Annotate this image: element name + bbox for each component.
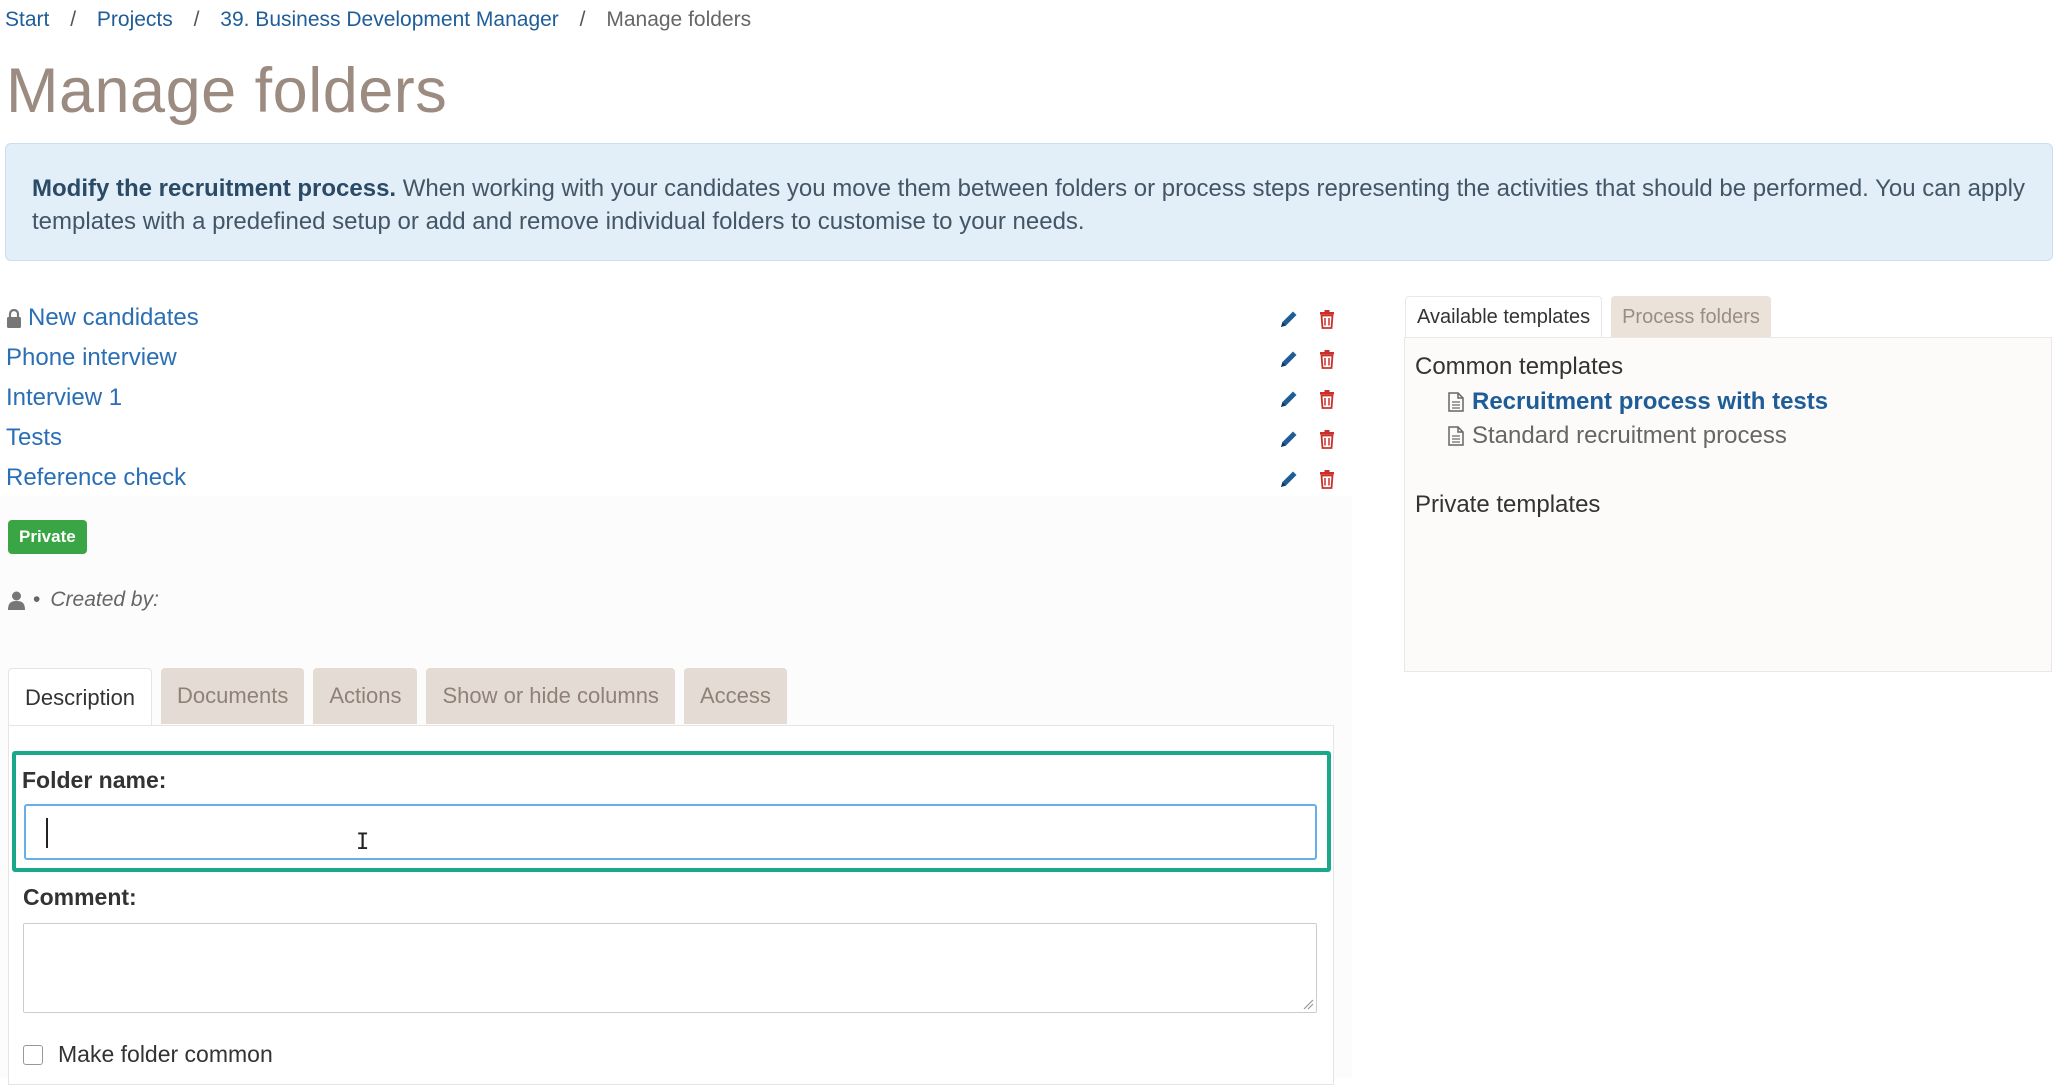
document-icon bbox=[1448, 392, 1464, 412]
folder-link-interview-1[interactable]: Interview 1 bbox=[6, 384, 122, 412]
private-templates-heading: Private templates bbox=[1415, 491, 1601, 518]
trash-icon[interactable] bbox=[1316, 428, 1338, 450]
folder-row: Tests bbox=[0, 420, 1350, 460]
breadcrumb-separator: / bbox=[193, 8, 200, 31]
tab-access[interactable]: Access bbox=[683, 668, 787, 724]
tab-process-folders[interactable]: Process folders bbox=[1611, 296, 1771, 338]
resize-handle-icon[interactable] bbox=[1302, 998, 1314, 1010]
folder-row: New candidates bbox=[0, 300, 1350, 340]
folder-link-reference-check[interactable]: Reference check bbox=[6, 464, 186, 492]
breadcrumb-current: Manage folders bbox=[606, 8, 752, 31]
breadcrumb-projects[interactable]: Projects bbox=[97, 8, 173, 31]
trash-icon[interactable] bbox=[1316, 388, 1338, 410]
text-caret bbox=[46, 818, 48, 848]
template-panel: Common templates Recruitment process wit… bbox=[1404, 337, 2052, 672]
folder-name-input[interactable]: I bbox=[24, 804, 1317, 860]
tab-available-templates[interactable]: Available templates bbox=[1405, 296, 1603, 338]
template-name: Standard recruitment process bbox=[1472, 422, 1787, 449]
template-item[interactable]: Recruitment process with tests bbox=[1448, 388, 1828, 416]
pencil-icon[interactable] bbox=[1278, 428, 1300, 450]
bullet: • bbox=[33, 588, 41, 611]
ibeam-cursor-icon: I bbox=[356, 830, 370, 855]
folder-link-tests[interactable]: Tests bbox=[6, 424, 62, 452]
breadcrumb: Start / Projects / 39. Business Developm… bbox=[5, 8, 751, 32]
page-title: Manage folders bbox=[6, 56, 448, 126]
folder-tabs: Description Documents Actions Show or hi… bbox=[8, 668, 796, 726]
tab-documents[interactable]: Documents bbox=[161, 668, 305, 724]
folder-name-label: Folder name: bbox=[22, 767, 167, 793]
breadcrumb-separator: / bbox=[579, 8, 586, 31]
folder-row: Interview 1 bbox=[0, 380, 1350, 420]
common-templates-heading: Common templates bbox=[1415, 353, 1624, 380]
tab-show-hide-columns[interactable]: Show or hide columns bbox=[426, 668, 675, 724]
tab-description[interactable]: Description bbox=[8, 668, 153, 726]
private-badge: Private bbox=[8, 520, 87, 554]
folder-row: Reference check bbox=[0, 460, 1350, 500]
folder-link-phone-interview[interactable]: Phone interview bbox=[6, 344, 177, 372]
breadcrumb-project[interactable]: 39. Business Development Manager bbox=[220, 8, 559, 31]
user-icon bbox=[8, 591, 25, 610]
lock-icon bbox=[7, 308, 21, 328]
make-common-checkbox[interactable] bbox=[23, 1044, 43, 1065]
comment-label: Comment: bbox=[23, 884, 137, 910]
folder-name-group: Folder name: I bbox=[12, 751, 1331, 872]
trash-icon[interactable] bbox=[1316, 348, 1338, 370]
folder-link-new-candidates[interactable]: New candidates bbox=[6, 304, 199, 332]
template-name: Recruitment process with tests bbox=[1472, 388, 1829, 415]
folder-list: New candidates Phone interview Interview… bbox=[0, 300, 1350, 500]
pencil-icon[interactable] bbox=[1278, 348, 1300, 370]
template-tabs: Available templates Process folders bbox=[1405, 296, 1780, 338]
info-lead: Modify the recruitment process. bbox=[32, 175, 397, 202]
folder-row: Phone interview bbox=[0, 340, 1350, 380]
make-common-label[interactable]: Make folder common bbox=[58, 1041, 273, 1068]
pencil-icon[interactable] bbox=[1278, 308, 1300, 330]
pencil-icon[interactable] bbox=[1278, 388, 1300, 410]
info-banner: Modify the recruitment process. When wor… bbox=[5, 143, 2053, 261]
tab-actions[interactable]: Actions bbox=[313, 668, 418, 724]
created-by: • Created by: bbox=[8, 588, 159, 612]
document-icon bbox=[1448, 426, 1464, 446]
pencil-icon[interactable] bbox=[1278, 468, 1300, 490]
created-by-label: Created by: bbox=[50, 588, 159, 611]
template-item[interactable]: Standard recruitment process bbox=[1448, 422, 1787, 450]
trash-icon[interactable] bbox=[1316, 308, 1338, 330]
comment-textarea[interactable] bbox=[23, 923, 1317, 1013]
make-common-row: Make folder common bbox=[23, 1041, 273, 1068]
breadcrumb-separator: / bbox=[70, 8, 77, 31]
breadcrumb-start[interactable]: Start bbox=[5, 8, 49, 31]
folder-name: New candidates bbox=[28, 304, 199, 331]
trash-icon[interactable] bbox=[1316, 468, 1338, 490]
